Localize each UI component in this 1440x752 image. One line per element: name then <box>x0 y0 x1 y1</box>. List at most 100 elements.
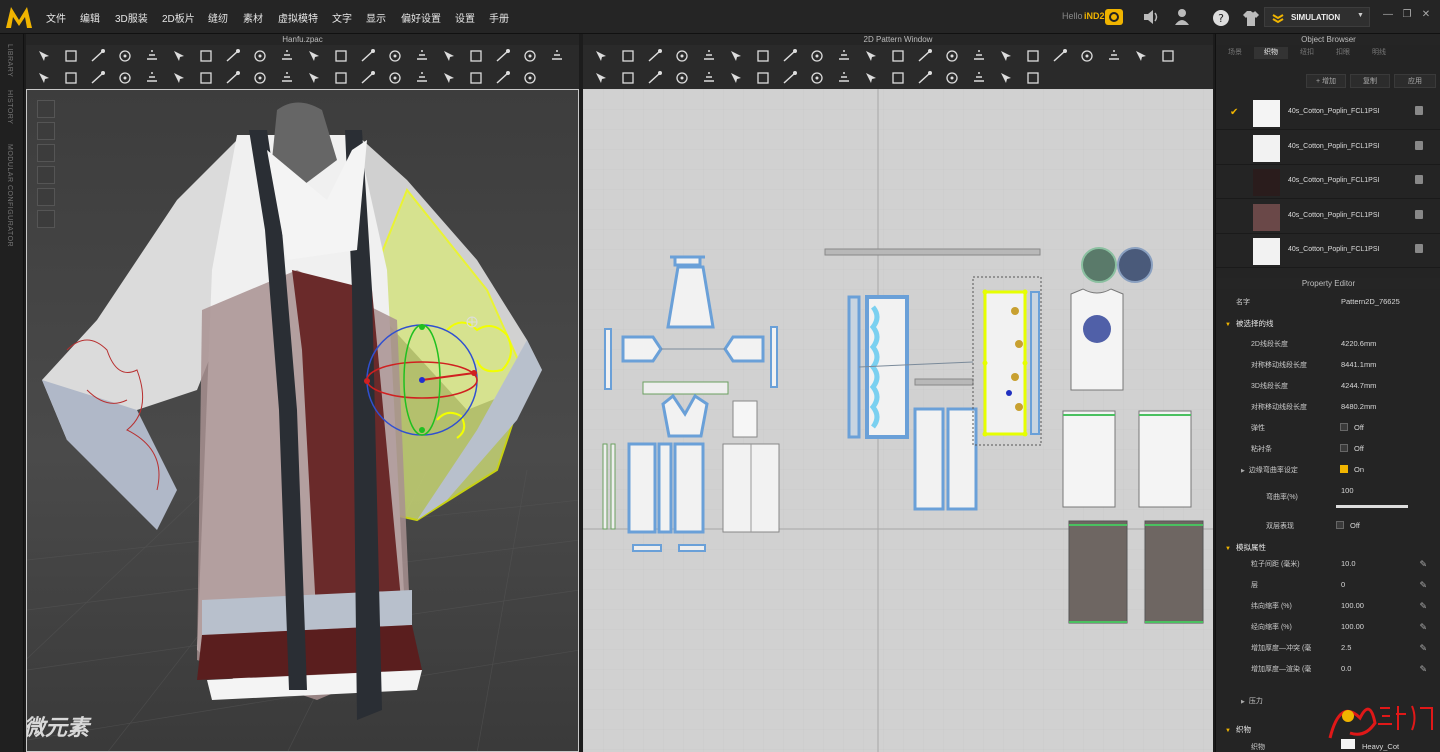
tape-checkbox[interactable] <box>1340 444 1348 452</box>
view3d-row1-tool-icon-17[interactable] <box>468 48 484 64</box>
elastic-checkbox[interactable] <box>1340 423 1348 431</box>
view2d-row2-tool-icon-3[interactable] <box>647 70 663 86</box>
view2d-row1-tool-icon-20[interactable] <box>1106 48 1122 64</box>
save-icon[interactable] <box>1415 209 1423 219</box>
view3d-row2-tool-icon-11[interactable] <box>306 70 322 86</box>
menu-file[interactable]: 文件 <box>46 10 66 25</box>
close-icon[interactable]: ✕ <box>1419 8 1433 22</box>
view3d-row2-tool-icon-3[interactable] <box>90 70 106 86</box>
section-selected-lines[interactable]: 被选择的线 <box>1225 318 1274 329</box>
view3d-row1-tool-icon-13[interactable] <box>360 48 376 64</box>
view3d-row2-tool-icon-13[interactable] <box>360 70 376 86</box>
view2d-row1-tool-icon-3[interactable] <box>647 48 663 64</box>
add-fabric-button[interactable]: + 增加 <box>1306 74 1346 88</box>
view3d-row1-tool-icon-16[interactable] <box>441 48 457 64</box>
sim-prop-value[interactable]: 100.00 <box>1341 622 1364 631</box>
view3d-row2-tool-icon-6[interactable] <box>171 70 187 86</box>
view3d-row1-tool-icon-12[interactable] <box>333 48 349 64</box>
fabric-list-item[interactable]: 40s_Cotton_Poplin_FCL1PSI <box>1216 165 1440 199</box>
texture-view-button[interactable] <box>37 166 55 184</box>
pen-icon[interactable]: ✎ <box>1419 601 1427 612</box>
tab-fabric[interactable]: 织物 <box>1254 47 1288 59</box>
modular-configurator-tab[interactable]: MODULAR CONFIGURATOR <box>6 144 13 247</box>
help-icon[interactable]: ? <box>1212 9 1230 27</box>
menu-settings[interactable]: 设置 <box>455 10 475 25</box>
minimize-icon[interactable]: — <box>1381 8 1395 22</box>
avatar-display-button[interactable] <box>37 210 55 228</box>
view2d-row1-tool-icon-15[interactable] <box>971 48 987 64</box>
pen-icon[interactable]: ✎ <box>1419 664 1427 675</box>
view3d-row2-tool-icon-4[interactable] <box>117 70 133 86</box>
save-icon[interactable] <box>1415 244 1423 253</box>
view2d-row2-tool-icon-8[interactable] <box>782 70 798 86</box>
sim-prop-value[interactable]: 2.5 <box>1341 643 1351 652</box>
view3d-row2-tool-icon-7[interactable] <box>198 70 214 86</box>
save-icon[interactable] <box>1415 175 1423 184</box>
mesh-view-button[interactable] <box>37 188 55 206</box>
library-tab[interactable]: LIBRARY <box>6 44 13 77</box>
view3d-row1-tool-icon-18[interactable] <box>495 48 511 64</box>
pen-icon[interactable]: ✎ <box>1419 580 1427 591</box>
view2d-row2-tool-icon-10[interactable] <box>836 70 852 86</box>
double-checkbox[interactable] <box>1336 521 1344 529</box>
view2d-row1-tool-icon-14[interactable] <box>944 48 960 64</box>
view2d-row2-tool-icon-2[interactable] <box>620 70 636 86</box>
restore-icon[interactable]: ❐ <box>1400 8 1414 22</box>
fabric-list-item[interactable]: ✔ 40s_Cotton_Poplin_FCL1PSI <box>1216 96 1440 130</box>
view3d-row1-tool-icon-1[interactable] <box>36 48 52 64</box>
view2d-row2-tool-icon-6[interactable] <box>728 70 744 86</box>
tab-button[interactable]: 纽扣 <box>1290 47 1324 59</box>
apply-fabric-button[interactable]: 应用 <box>1394 74 1436 88</box>
view3d-row2-tool-icon-8[interactable] <box>225 70 241 86</box>
shirt-icon[interactable] <box>1242 9 1260 27</box>
view2d-row2-tool-icon-15[interactable] <box>971 70 987 86</box>
view2d-row1-tool-icon-22[interactable] <box>1160 48 1176 64</box>
view2d-row1-tool-icon-7[interactable] <box>755 48 771 64</box>
view2d-row1-tool-icon-9[interactable] <box>809 48 825 64</box>
save-icon[interactable] <box>1415 106 1423 115</box>
view2d-row1-tool-icon-17[interactable] <box>1025 48 1041 64</box>
view3d-row1-tool-icon-5[interactable] <box>144 48 160 64</box>
view2d-row1-tool-icon-6[interactable] <box>728 48 744 64</box>
copy-fabric-button[interactable]: 复制 <box>1350 74 1390 88</box>
view3d-row1-tool-icon-2[interactable] <box>63 48 79 64</box>
view2d-row2-tool-icon-1[interactable] <box>593 70 609 86</box>
view2d-row1-tool-icon-19[interactable] <box>1079 48 1095 64</box>
view3d-row1-tool-icon-19[interactable] <box>522 48 538 64</box>
view3d-row2-tool-icon-12[interactable] <box>333 70 349 86</box>
view3d-row2-tool-icon-17[interactable] <box>468 70 484 86</box>
sim-prop-value[interactable]: 10.0 <box>1341 559 1356 568</box>
view2d-row1-tool-icon-12[interactable] <box>890 48 906 64</box>
view2d-row1-tool-icon-21[interactable] <box>1133 48 1149 64</box>
menu-3d-garment[interactable]: 3D服装 <box>115 10 148 25</box>
menu-2d-pattern[interactable]: 2D板片 <box>162 10 195 25</box>
view3d-row1-tool-icon-6[interactable] <box>171 48 187 64</box>
prop-bend-value[interactable]: 100 <box>1341 486 1354 495</box>
sim-prop-value[interactable]: 0 <box>1341 580 1345 589</box>
prop-name-value[interactable]: Pattern2D_76625 <box>1341 297 1400 306</box>
view2d-row1-tool-icon-4[interactable] <box>674 48 690 64</box>
garment-view-button[interactable] <box>37 122 55 140</box>
view2d-row2-tool-icon-5[interactable] <box>701 70 717 86</box>
view2d-row1-tool-icon-2[interactable] <box>620 48 636 64</box>
prop-curvature-label[interactable]: 边缘弯曲率设定 <box>1241 465 1298 475</box>
view3d-row1-tool-icon-11[interactable] <box>306 48 322 64</box>
tab-scene[interactable]: 场景 <box>1218 47 1252 59</box>
pen-icon[interactable]: ✎ <box>1419 622 1427 633</box>
menu-manual[interactable]: 手册 <box>489 10 509 25</box>
view3d-row2-tool-icon-1[interactable] <box>36 70 52 86</box>
avatar-show-button[interactable] <box>37 144 55 162</box>
3d-viewport[interactable]: 微元素 <box>26 89 579 752</box>
view3d-row1-tool-icon-15[interactable] <box>414 48 430 64</box>
fabric-list-item[interactable]: 40s_Cotton_Poplin_FCL1PSI <box>1216 234 1440 268</box>
speaker-icon[interactable] <box>1142 8 1160 26</box>
bend-slider[interactable] <box>1336 505 1408 508</box>
view2d-row2-tool-icon-7[interactable] <box>755 70 771 86</box>
menu-text[interactable]: 文字 <box>332 10 352 25</box>
view2d-row1-tool-icon-1[interactable] <box>593 48 609 64</box>
section-simulation[interactable]: 模拟属性 <box>1225 542 1266 553</box>
2d-pattern-viewport[interactable] <box>583 89 1213 752</box>
view2d-row1-tool-icon-18[interactable] <box>1052 48 1068 64</box>
view2d-row1-tool-icon-5[interactable] <box>701 48 717 64</box>
user-icon[interactable] <box>1173 8 1191 26</box>
